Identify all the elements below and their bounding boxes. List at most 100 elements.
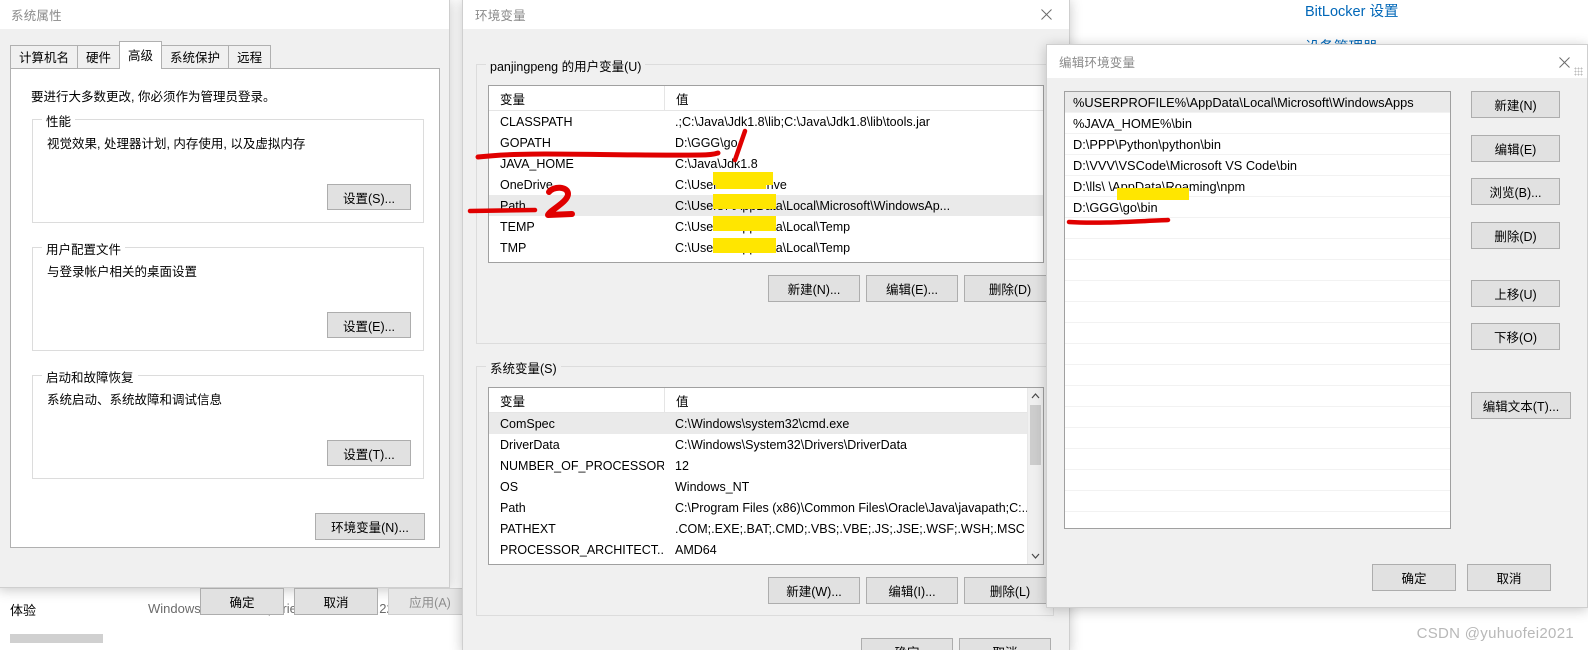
list-item-empty[interactable] xyxy=(1065,218,1450,239)
system-variables-list[interactable]: 变量 值 ComSpec C:\Windows\system32\cmd.exe… xyxy=(488,387,1044,565)
table-row[interactable]: CLASSPATH .;C:\Java\Jdk1.8\lib;C:\Java\J… xyxy=(489,111,1043,132)
path-browse-button[interactable]: 浏览(B)... xyxy=(1471,178,1560,205)
user-profiles-settings-button[interactable]: 设置(E)... xyxy=(327,312,411,338)
table-row[interactable]: ComSpec C:\Windows\system32\cmd.exe xyxy=(489,413,1043,434)
table-row[interactable]: TMP C:\Users\ \AppData\Local\Temp xyxy=(489,237,1043,258)
list-item-empty[interactable] xyxy=(1065,386,1450,407)
table-row[interactable]: GOPATH D:\GGG\go xyxy=(489,132,1043,153)
environment-variables-button[interactable]: 环境变量(N)... xyxy=(315,513,425,540)
table-row[interactable]: NUMBER_OF_PROCESSORS 12 xyxy=(489,455,1043,476)
startup-recovery-settings-button[interactable]: 设置(T)... xyxy=(327,440,411,466)
list-item-empty[interactable] xyxy=(1065,491,1450,512)
user-var-value: C:\Users\ \AppData\Local\Temp xyxy=(675,219,851,234)
list-item-empty[interactable] xyxy=(1065,239,1450,260)
user-profiles-description: 与登录帐户相关的桌面设置 xyxy=(47,265,198,279)
tab-hardware[interactable]: 硬件 xyxy=(77,45,121,69)
list-item-empty[interactable] xyxy=(1065,428,1450,449)
user-variables-col-value[interactable]: 值 xyxy=(664,86,1043,110)
system-properties-cancel-button[interactable]: 取消 xyxy=(294,588,378,615)
system-variables-group: 系统变量(S) 变量 值 ComSpec C:\Windows\system32… xyxy=(476,358,1056,616)
tab-remote[interactable]: 远程 xyxy=(228,45,272,69)
list-item[interactable]: D:\PPP\Python\python\bin xyxy=(1065,134,1450,155)
environment-variables-ok-button[interactable]: 确定 xyxy=(861,638,953,650)
system-variables-col-name[interactable]: 变量 xyxy=(489,388,664,412)
system-variables-delete-button[interactable]: 删除(L) xyxy=(964,577,1056,604)
system-variables-col-value[interactable]: 值 xyxy=(664,388,1027,412)
system-var-name: Path xyxy=(500,500,526,515)
edit-env-cancel-button[interactable]: 取消 xyxy=(1467,564,1551,591)
user-variables-new-button[interactable]: 新建(N)... xyxy=(768,275,860,302)
list-item-empty[interactable] xyxy=(1065,281,1450,302)
system-var-value: 12 xyxy=(675,458,689,473)
environment-variables-cancel-button[interactable]: 取消 xyxy=(959,638,1051,650)
list-item-empty[interactable] xyxy=(1065,407,1450,428)
list-item-empty[interactable] xyxy=(1065,260,1450,281)
table-row[interactable]: PATHEXT .COM;.EXE;.BAT;.CMD;.VBS;.VBE;.J… xyxy=(489,518,1043,539)
tab-computer-name[interactable]: 计算机名 xyxy=(10,45,79,69)
list-item-empty[interactable] xyxy=(1065,449,1450,470)
path-new-button[interactable]: 新建(N) xyxy=(1471,91,1560,118)
table-row[interactable]: OneDrive C:\Users\ \OneDrive xyxy=(489,174,1043,195)
user-var-name: CLASSPATH xyxy=(500,114,573,129)
path-edit-text-button[interactable]: 编辑文本(T)... xyxy=(1471,392,1571,419)
user-var-value: .;C:\Java\Jdk1.8\lib;C:\Java\Jdk1.8\lib\… xyxy=(675,114,930,129)
edit-env-ok-button[interactable]: 确定 xyxy=(1372,564,1456,591)
environment-variables-dialog: 环境变量 panjingpeng 的用户变量(U) 变量 值 CLASSPATH… xyxy=(462,0,1070,650)
path-edit-button[interactable]: 编辑(E) xyxy=(1471,135,1560,162)
system-properties-ok-button[interactable]: 确定 xyxy=(200,588,284,615)
performance-group: 性能 视觉效果, 处理器计划, 内存使用, 以及虚拟内存 设置(S)... xyxy=(32,111,424,223)
watermark: CSDN @yuhuofei2021 xyxy=(1416,625,1574,642)
list-item[interactable]: %USERPROFILE%\AppData\Local\Microsoft\Wi… xyxy=(1065,92,1450,113)
system-variables-edit-button[interactable]: 编辑(I)... xyxy=(866,577,958,604)
list-item-empty[interactable] xyxy=(1065,512,1450,528)
performance-settings-button[interactable]: 设置(S)... xyxy=(327,184,411,210)
tab-system-protection[interactable]: 系统保护 xyxy=(161,45,230,69)
user-variables-edit-button[interactable]: 编辑(E)... xyxy=(866,275,958,302)
system-var-value: C:\Windows\System32\Drivers\DriverData xyxy=(675,437,907,452)
system-variables-scrollbar[interactable] xyxy=(1027,388,1043,564)
resize-grip-icon[interactable] xyxy=(1574,67,1583,76)
chevron-down-icon[interactable] xyxy=(1028,548,1043,564)
scrollbar-thumb[interactable] xyxy=(1030,405,1041,465)
list-item-empty[interactable] xyxy=(1065,365,1450,386)
table-row[interactable]: DriverData C:\Windows\System32\Drivers\D… xyxy=(489,434,1043,455)
list-item[interactable]: D:\lls\ \AppData\Roaming\npm xyxy=(1065,176,1450,197)
user-variables-delete-button[interactable]: 删除(D) xyxy=(964,275,1056,302)
table-row[interactable]: TEMP C:\Users\ \AppData\Local\Temp xyxy=(489,216,1043,237)
list-item[interactable]: %JAVA_HOME%\bin xyxy=(1065,113,1450,134)
list-item-empty[interactable] xyxy=(1065,323,1450,344)
user-var-name: Path xyxy=(500,198,526,213)
table-row[interactable]: Path C:\Program Files (x86)\Common Files… xyxy=(489,497,1043,518)
user-var-value: C:\Java\Jdk1.8 xyxy=(675,156,758,171)
user-variables-list[interactable]: 变量 值 CLASSPATH .;C:\Java\Jdk1.8\lib;C:\J… xyxy=(488,85,1044,263)
list-item[interactable]: D:\GGG\go\bin xyxy=(1065,197,1450,218)
list-item-empty[interactable] xyxy=(1065,470,1450,491)
path-entries-list[interactable]: %USERPROFILE%\AppData\Local\Microsoft\Wi… xyxy=(1064,91,1451,529)
list-item-empty[interactable] xyxy=(1065,344,1450,365)
path-delete-button[interactable]: 删除(D) xyxy=(1471,222,1560,249)
bg-link-bitlocker[interactable]: BitLocker 设置 xyxy=(1305,0,1398,21)
admin-hint-text: 要进行大多数更改, 你必须作为管理员登录。 xyxy=(31,90,276,104)
startup-recovery-group: 启动和故障恢复 系统启动、系统故障和调试信息 设置(T)... xyxy=(32,367,424,479)
startup-recovery-group-legend: 启动和故障恢复 xyxy=(42,367,138,386)
chevron-up-icon[interactable] xyxy=(1028,388,1043,404)
path-move-up-button[interactable]: 上移(U) xyxy=(1471,280,1560,307)
tab-advanced[interactable]: 高级 xyxy=(119,41,163,69)
table-row[interactable]: PROCESSOR_ARCHITECT... AMD64 xyxy=(489,539,1043,560)
table-row[interactable]: Path C:\Users\ \AppData\Local\Microsoft\… xyxy=(489,195,1043,216)
user-variables-col-name[interactable]: 变量 xyxy=(489,86,664,110)
path-move-down-button[interactable]: 下移(O) xyxy=(1471,323,1560,350)
list-item[interactable]: D:\VVV\VSCode\Microsoft VS Code\bin xyxy=(1065,155,1450,176)
table-row[interactable]: OS Windows_NT xyxy=(489,476,1043,497)
environment-variables-titlebar: 环境变量 xyxy=(463,0,1069,30)
system-properties-body: 计算机名 硬件 高级 系统保护 远程 要进行大多数更改, 你必须作为管理员登录。… xyxy=(0,30,472,615)
table-row[interactable]: JAVA_HOME C:\Java\Jdk1.8 xyxy=(489,153,1043,174)
system-var-name: NUMBER_OF_PROCESSORS xyxy=(500,458,664,473)
edit-environment-variable-dialog: 编辑环境变量 %USERPROFILE%\AppData\Local\Micro… xyxy=(1046,44,1588,608)
list-item-empty[interactable] xyxy=(1065,302,1450,323)
close-icon[interactable] xyxy=(1024,0,1069,30)
system-variables-new-button[interactable]: 新建(W)... xyxy=(768,577,860,604)
system-var-value: .COM;.EXE;.BAT;.CMD;.VBS;.VBE;.JS;.JSE;.… xyxy=(675,521,1025,536)
system-properties-tabstrip: 计算机名 硬件 高级 系统保护 远程 xyxy=(10,41,272,69)
system-var-value: C:\Windows\system32\cmd.exe xyxy=(675,416,850,431)
